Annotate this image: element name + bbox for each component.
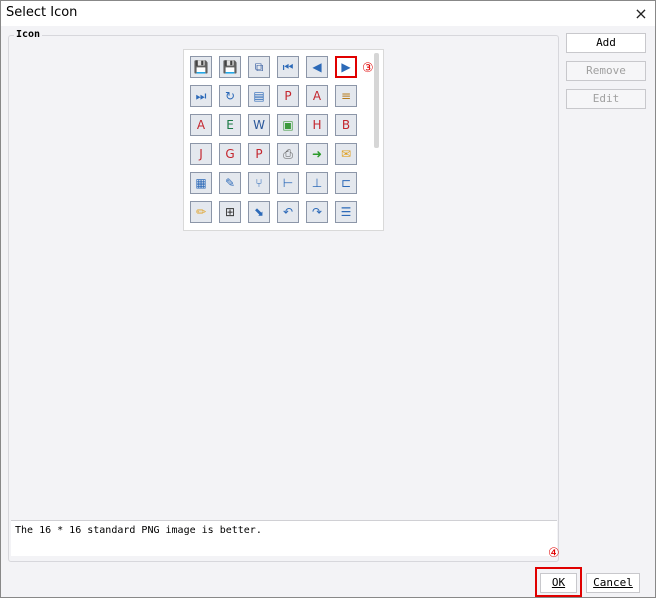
branch-icon: ⊢ bbox=[282, 176, 294, 190]
save-icon: 💾 bbox=[193, 60, 209, 74]
icon-cell[interactable]: ▶ bbox=[335, 56, 357, 78]
icon-cell[interactable]: ✎ bbox=[219, 172, 241, 194]
bmp-icon: B bbox=[341, 118, 351, 132]
icon-cell[interactable]: ⊏ bbox=[335, 172, 357, 194]
previous-record-icon: ◀ bbox=[312, 60, 322, 74]
edit-button[interactable]: Edit bbox=[566, 89, 646, 109]
icon-cell[interactable]: ⑂ bbox=[248, 172, 270, 194]
icon-cell[interactable]: ▣ bbox=[277, 114, 299, 136]
icon-cell[interactable]: P bbox=[277, 85, 299, 107]
window-title: Select Icon bbox=[6, 5, 78, 20]
save-as-icon: 💾 bbox=[222, 60, 238, 74]
icon-cell[interactable]: ↻ bbox=[219, 85, 241, 107]
flow-icon: ⊏ bbox=[340, 176, 352, 190]
hint-text: The 16 * 16 standard PNG image is better… bbox=[11, 520, 557, 556]
acrobat-icon: A bbox=[312, 89, 322, 103]
icon-cell[interactable]: ⬊ bbox=[248, 201, 270, 223]
tree-icon: ⑂ bbox=[255, 176, 263, 190]
close-icon[interactable]: × bbox=[627, 1, 655, 26]
copy-window-icon: ⧉ bbox=[254, 60, 264, 74]
icon-cell[interactable]: ⧉ bbox=[248, 56, 270, 78]
icon-cell[interactable]: G bbox=[219, 143, 241, 165]
document-chart-icon: ≡ bbox=[340, 89, 352, 103]
icon-cell[interactable]: H bbox=[306, 114, 328, 136]
gif-icon: G bbox=[225, 147, 235, 161]
first-record-icon: ⏮ bbox=[282, 60, 294, 74]
insert-icon: ⊞ bbox=[224, 205, 236, 219]
ok-marker: ④ bbox=[548, 546, 560, 561]
icon-grid: 💾 💾 ⧉ ⏮ ◀ ▶ ⏭ ↻ ▤ P A ≡ A E W ▣ H B J G P ⎙ ➜ ✉ ▦ ✎ ⑂ ⊢ ⊥ ⊏ ✏ ⊞ ⬊ ↶ ↷ ☰ bbox=[183, 49, 384, 231]
hierarchy-icon: ⊥ bbox=[311, 176, 323, 190]
icon-cell[interactable]: ↷ bbox=[306, 201, 328, 223]
refresh-icon: ↻ bbox=[224, 89, 236, 103]
icon-grid-scrollbar[interactable] bbox=[372, 51, 380, 228]
form-icon: ▦ bbox=[195, 176, 207, 190]
acrobat-red-icon: A bbox=[196, 118, 206, 132]
icon-cell[interactable]: ✉ bbox=[335, 143, 357, 165]
icon-cell[interactable]: A bbox=[190, 114, 212, 136]
book-icon: ▤ bbox=[253, 89, 265, 103]
title-bar: Select Icon × bbox=[1, 1, 655, 26]
icon-cell[interactable]: J bbox=[190, 143, 212, 165]
undo-icon: ↶ bbox=[282, 205, 294, 219]
icon-cell[interactable]: A bbox=[306, 85, 328, 107]
next-record-icon: ▶ bbox=[341, 60, 351, 74]
edit-form-icon: ✎ bbox=[224, 176, 236, 190]
icon-cell[interactable]: B bbox=[335, 114, 357, 136]
icon-cell[interactable]: ≡ bbox=[335, 85, 357, 107]
icon-group-label: Icon bbox=[14, 29, 43, 40]
icon-cell[interactable]: ◀ bbox=[306, 56, 328, 78]
icon-cell[interactable]: 💾 bbox=[190, 56, 212, 78]
icon-cell[interactable]: ▤ bbox=[248, 85, 270, 107]
icon-cell[interactable]: ⊥ bbox=[306, 172, 328, 194]
icon-cell[interactable]: W bbox=[248, 114, 270, 136]
icon-cell[interactable]: ⊞ bbox=[219, 201, 241, 223]
excel-icon: E bbox=[226, 118, 234, 132]
email-icon: ✉ bbox=[340, 147, 352, 161]
icon-cell[interactable]: ⊢ bbox=[277, 172, 299, 194]
icon-cell[interactable]: ⏮ bbox=[277, 56, 299, 78]
icon-cell[interactable]: ☰ bbox=[335, 201, 357, 223]
word-icon: W bbox=[253, 118, 265, 132]
last-record-icon: ⏭ bbox=[195, 89, 207, 103]
icon-cell[interactable]: ▦ bbox=[190, 172, 212, 194]
icon-cell[interactable]: P bbox=[248, 143, 270, 165]
icon-cell[interactable]: ⎙ bbox=[277, 143, 299, 165]
pdf-export-icon: P bbox=[284, 89, 292, 103]
png-icon: P bbox=[255, 147, 263, 161]
icon-cell[interactable]: ↶ bbox=[277, 201, 299, 223]
html-icon: H bbox=[312, 118, 322, 132]
remove-button[interactable]: Remove bbox=[566, 61, 646, 81]
scrollbar-thumb[interactable] bbox=[374, 53, 379, 148]
cancel-button[interactable]: Cancel bbox=[586, 573, 640, 593]
clear-icon: ⬊ bbox=[253, 205, 265, 219]
list-icon: ☰ bbox=[340, 205, 352, 219]
icon-cell[interactable]: ✏ bbox=[190, 201, 212, 223]
icon-cell[interactable]: E bbox=[219, 114, 241, 136]
redo-icon: ↷ bbox=[311, 205, 323, 219]
printer-icon: ⎙ bbox=[283, 147, 293, 161]
image-icon: ▣ bbox=[282, 118, 294, 132]
add-button[interactable]: Add bbox=[566, 33, 646, 53]
icon-cell[interactable]: 💾 bbox=[219, 56, 241, 78]
draw-icon: ✏ bbox=[195, 205, 207, 219]
ok-button[interactable]: OK bbox=[540, 573, 577, 593]
selected-icon-marker: ③ bbox=[362, 61, 374, 76]
icon-cell[interactable]: ⏭ bbox=[190, 85, 212, 107]
export-icon: ➜ bbox=[311, 147, 323, 161]
icon-cell[interactable]: ➜ bbox=[306, 143, 328, 165]
jpg-icon: J bbox=[199, 147, 203, 161]
